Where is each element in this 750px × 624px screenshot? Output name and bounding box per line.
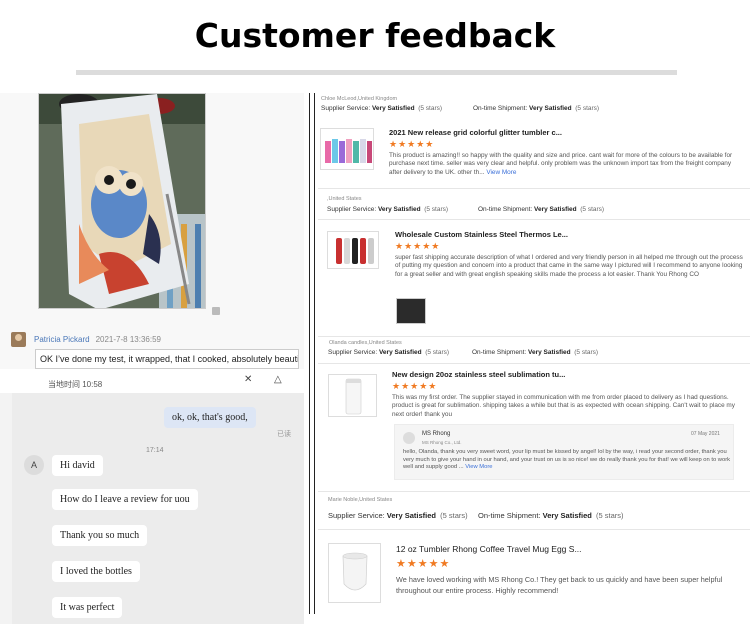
supplier-stars-note: (5 stars) — [424, 206, 449, 213]
shipment-label: On-time Shipment: — [473, 105, 528, 112]
reply-body: hello, Olanda, thank you very sweet word… — [403, 449, 731, 470]
avatar — [403, 432, 415, 444]
view-more-link[interactable]: View More — [465, 464, 492, 470]
chat-bubble: I loved the bottles — [52, 561, 140, 582]
supplier-service-label: Supplier Service: — [327, 206, 377, 213]
rating-row: On-time Shipment: Very Satisfied (5 star… — [478, 206, 604, 213]
shipment-value: Very Satisfied — [529, 105, 572, 112]
supplier-service-label: Supplier Service: — [321, 105, 371, 112]
review-body: This product is amazing!! so happy with … — [389, 152, 733, 176]
divider — [318, 219, 750, 220]
shipment-value: Very Satisfied — [528, 349, 571, 356]
rating-row: Supplier Service: Very Satisfied (5 star… — [327, 206, 448, 213]
supplier-stars-note: (5 stars) — [440, 511, 468, 520]
rating-row: On-time Shipment: Very Satisfied (5 star… — [478, 511, 624, 520]
shipment-stars-note: (5 stars) — [580, 206, 605, 213]
divider — [318, 529, 750, 530]
panel-divider — [309, 93, 315, 614]
review-text: This was my first order. The supplier st… — [392, 394, 735, 418]
review-text: super fast shipping accurate description… — [395, 254, 743, 278]
shipment-stars-note: (5 stars) — [596, 511, 624, 520]
reviewer-name: Chloe McLeod,United Kingdom — [321, 96, 398, 102]
supplier-service-value: Very Satisfied — [371, 105, 415, 112]
avatar — [11, 331, 26, 347]
rating-row: On-time Shipment: Very Satisfied (5 star… — [473, 105, 599, 112]
read-receipt: 已读 — [277, 431, 291, 438]
star-rating: ★★★★★ — [396, 558, 451, 570]
supplier-service-value: Very Satisfied — [377, 206, 421, 213]
product-image[interactable] — [328, 374, 377, 417]
title-divider — [76, 70, 677, 75]
review-text: We have loved working with MS Rhong Co.!… — [396, 575, 723, 595]
product-title[interactable]: 12 oz Tumbler Rhong Coffee Travel Mug Eg… — [396, 544, 582, 554]
product-image[interactable] — [327, 231, 379, 269]
time-divider: 17:14 — [146, 447, 164, 454]
chat-bubble: Hi david — [52, 455, 103, 476]
product-image[interactable] — [320, 128, 374, 170]
chat-toolbar — [0, 369, 304, 393]
expand-icon[interactable] — [212, 307, 220, 315]
reply-date: 07 May 2021 — [691, 431, 720, 437]
divider — [318, 363, 750, 364]
star-rating: ★★★★★ — [389, 139, 435, 149]
supplier-service-label: Supplier Service: — [328, 511, 385, 520]
chat-bubble: How do I leave a review for uou — [52, 489, 198, 510]
chat-bubble: Thank you so much — [52, 525, 148, 546]
review-list: Chloe McLeod,United Kingdom Supplier Ser… — [318, 93, 750, 624]
avatar: A — [24, 455, 44, 475]
chat-screenshot: Patricia Pickard 2021-7-8 13:36:59 OK I’… — [0, 93, 304, 624]
warning-icon[interactable]: △ — [274, 374, 282, 385]
shipment-value: Very Satisfied — [542, 511, 592, 520]
sender-timestamp: 2021-7-8 13:36:59 — [95, 334, 161, 344]
divider — [318, 491, 750, 492]
shipment-label: On-time Shipment: — [478, 511, 541, 520]
shipment-label: On-time Shipment: — [478, 206, 533, 213]
rating-row: On-time Shipment: Very Satisfied (5 star… — [472, 349, 598, 356]
rating-row: Supplier Service: Very Satisfied (5 star… — [328, 349, 449, 356]
view-more-link[interactable]: View More — [486, 169, 516, 176]
chat-bubble: It was perfect — [52, 597, 123, 618]
divider — [318, 336, 750, 337]
reviewer-name: Olanda candles,United States — [329, 340, 402, 346]
supplier-reply: MS Rhong MS Rhong Co., Ltd. 07 May 2021 … — [394, 424, 734, 480]
supplier-service-label: Supplier Service: — [328, 349, 378, 356]
divider — [318, 188, 750, 189]
reply-text: hello, Olanda, thank you very sweet word… — [403, 449, 731, 472]
local-time-label: 当地时间 10:58 — [48, 380, 103, 389]
supplier-service-value: Very Satisfied — [386, 511, 436, 520]
sender-name: Patricia Pickard — [34, 334, 90, 344]
rating-row: Supplier Service: Very Satisfied (5 star… — [328, 511, 468, 520]
reply-company: MS Rhong Co., Ltd. — [422, 440, 462, 445]
product-title[interactable]: 2021 New release grid colorful glitter t… — [389, 128, 562, 137]
customer-message: OK I’ve done my test, it wrapped, that I… — [35, 349, 299, 369]
tumbler-photo[interactable] — [38, 93, 206, 309]
star-rating: ★★★★★ — [392, 381, 438, 391]
message-header: Patricia Pickard 2021-7-8 13:36:59 — [11, 330, 161, 348]
reviewer-name: ,United States — [327, 196, 362, 202]
review-text: This product is amazing!! so happy with … — [389, 152, 743, 177]
shipment-stars-note: (5 stars) — [574, 349, 599, 356]
supplier-stars-note: (5 stars) — [418, 105, 443, 112]
rating-row: Supplier Service: Very Satisfied (5 star… — [321, 105, 442, 112]
page-title: Customer feedback — [194, 16, 556, 55]
review-attachment-image[interactable] — [396, 298, 426, 324]
supplier-service-value: Very Satisfied — [378, 349, 422, 356]
close-icon[interactable]: ✕ — [244, 374, 252, 385]
star-rating: ★★★★★ — [395, 241, 441, 251]
reply-author: MS Rhong — [422, 431, 451, 437]
product-title[interactable]: New design 20oz stainless steel sublimat… — [392, 370, 565, 379]
shipment-stars-note: (5 stars) — [575, 105, 600, 112]
chat-conversation: ok, ok, that's good, 已读 17:14 A Hi david… — [12, 393, 304, 624]
product-title[interactable]: Wholesale Custom Stainless Steel Thermos… — [395, 230, 568, 239]
my-message-bubble: ok, ok, that's good, — [164, 407, 256, 428]
reviewer-name: Marie Noble,United States — [328, 497, 393, 503]
supplier-stars-note: (5 stars) — [425, 349, 450, 356]
shipment-value: Very Satisfied — [534, 206, 577, 213]
shipment-label: On-time Shipment: — [472, 349, 527, 356]
product-image[interactable] — [328, 543, 381, 603]
